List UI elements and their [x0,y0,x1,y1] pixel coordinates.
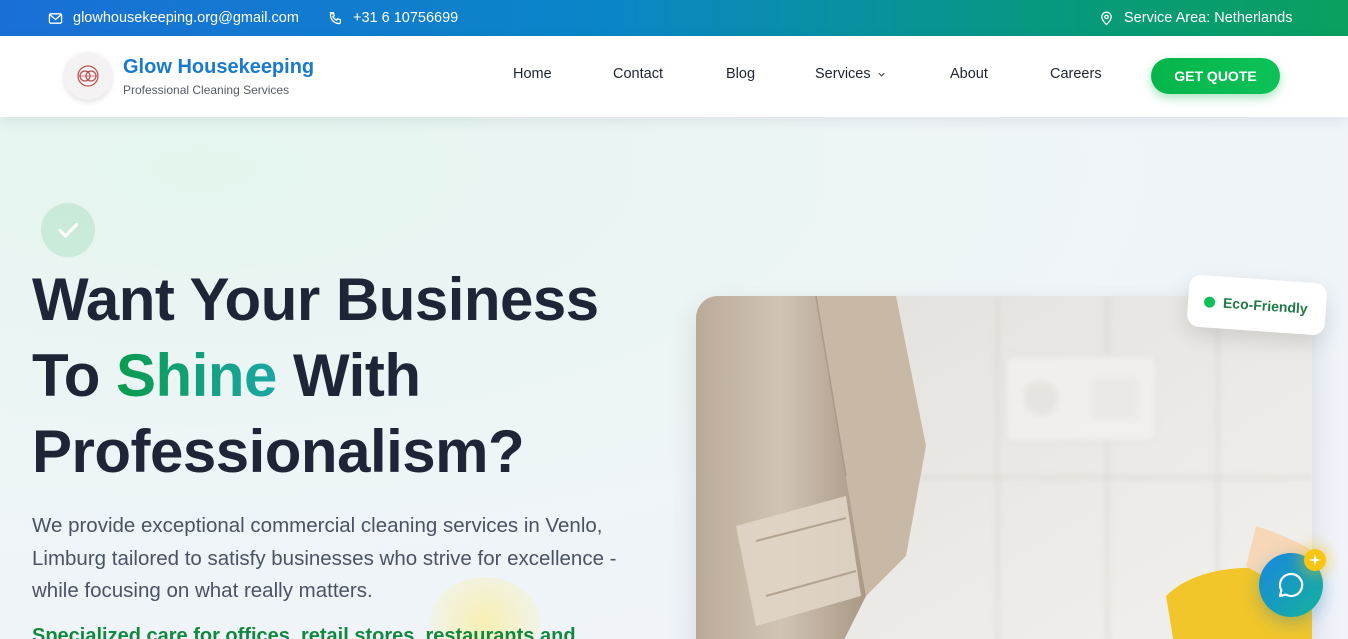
nav-home[interactable]: Home [513,66,552,82]
sparkle-icon [1309,554,1321,566]
chat-bubble-icon [1278,572,1304,598]
get-quote-button[interactable]: GET QUOTE [1151,58,1280,94]
check-icon [58,222,79,238]
hero-heading-line2-pre: To [32,342,117,409]
mail-icon [48,12,63,24]
hero-section: Want Your Business To Shine With Profess… [0,117,1348,639]
nav-about-label: About [950,66,988,82]
sparkle-badge[interactable] [1304,549,1326,571]
logo-mark-icon [77,65,99,87]
status-dot [1203,295,1216,308]
towel-bathroom-illustration [696,296,1312,639]
nav-services-label: Services [815,66,871,82]
service-area: Service Area: Netherlands [1099,0,1292,36]
eco-friendly-label: Eco-Friendly [1222,294,1309,317]
brand-tagline: Professional Cleaning Services [123,83,290,97]
email-text: glowhousekeeping.org@gmail.com [73,10,299,26]
hero-heading-line2-post: With [276,342,421,409]
check-badge [41,203,95,257]
phone-link[interactable]: +31 6 10756699 [328,0,458,36]
hero-heading: Want Your Business To Shine With Profess… [32,262,672,490]
eco-friendly-badge: Eco-Friendly [1186,274,1328,336]
hero-heading-line1: Want Your Business [32,266,599,333]
phone-text: +31 6 10756699 [353,10,459,26]
phone-icon [329,11,342,24]
email-link[interactable]: glowhousekeeping.org@gmail.com [48,0,299,36]
brand-name[interactable]: Glow Housekeeping [123,56,314,79]
logo[interactable] [64,52,112,100]
nav-contact[interactable]: Contact [613,66,663,82]
nav-about[interactable]: About [950,66,988,82]
site-header: Glow Housekeeping Professional Cleaning … [0,36,1348,117]
hero-description: We provide exceptional commercial cleani… [32,514,617,602]
top-contact-bar: glowhousekeeping.org@gmail.com +31 6 107… [0,0,1348,36]
hero-heading-line2: To Shine With [32,338,672,414]
nav-careers-label: Careers [1050,66,1102,82]
hero-subtext: Specialized care for offices, retail sto… [32,625,576,639]
hero-heading-highlight: Shine [116,342,277,409]
nav-contact-label: Contact [613,66,663,82]
hero-heading-line3: Professionalism? [32,418,525,485]
nav-home-label: Home [513,66,552,82]
location-pin-icon [1101,11,1112,25]
hero-image [696,296,1312,639]
chevron-down-icon [877,72,885,77]
nav-blog[interactable]: Blog [726,66,755,82]
nav-services[interactable]: Services [815,66,886,82]
nav-careers[interactable]: Careers [1050,66,1102,82]
nav-blog-label: Blog [726,66,756,82]
service-area-text: Service Area: Netherlands [1124,10,1293,26]
